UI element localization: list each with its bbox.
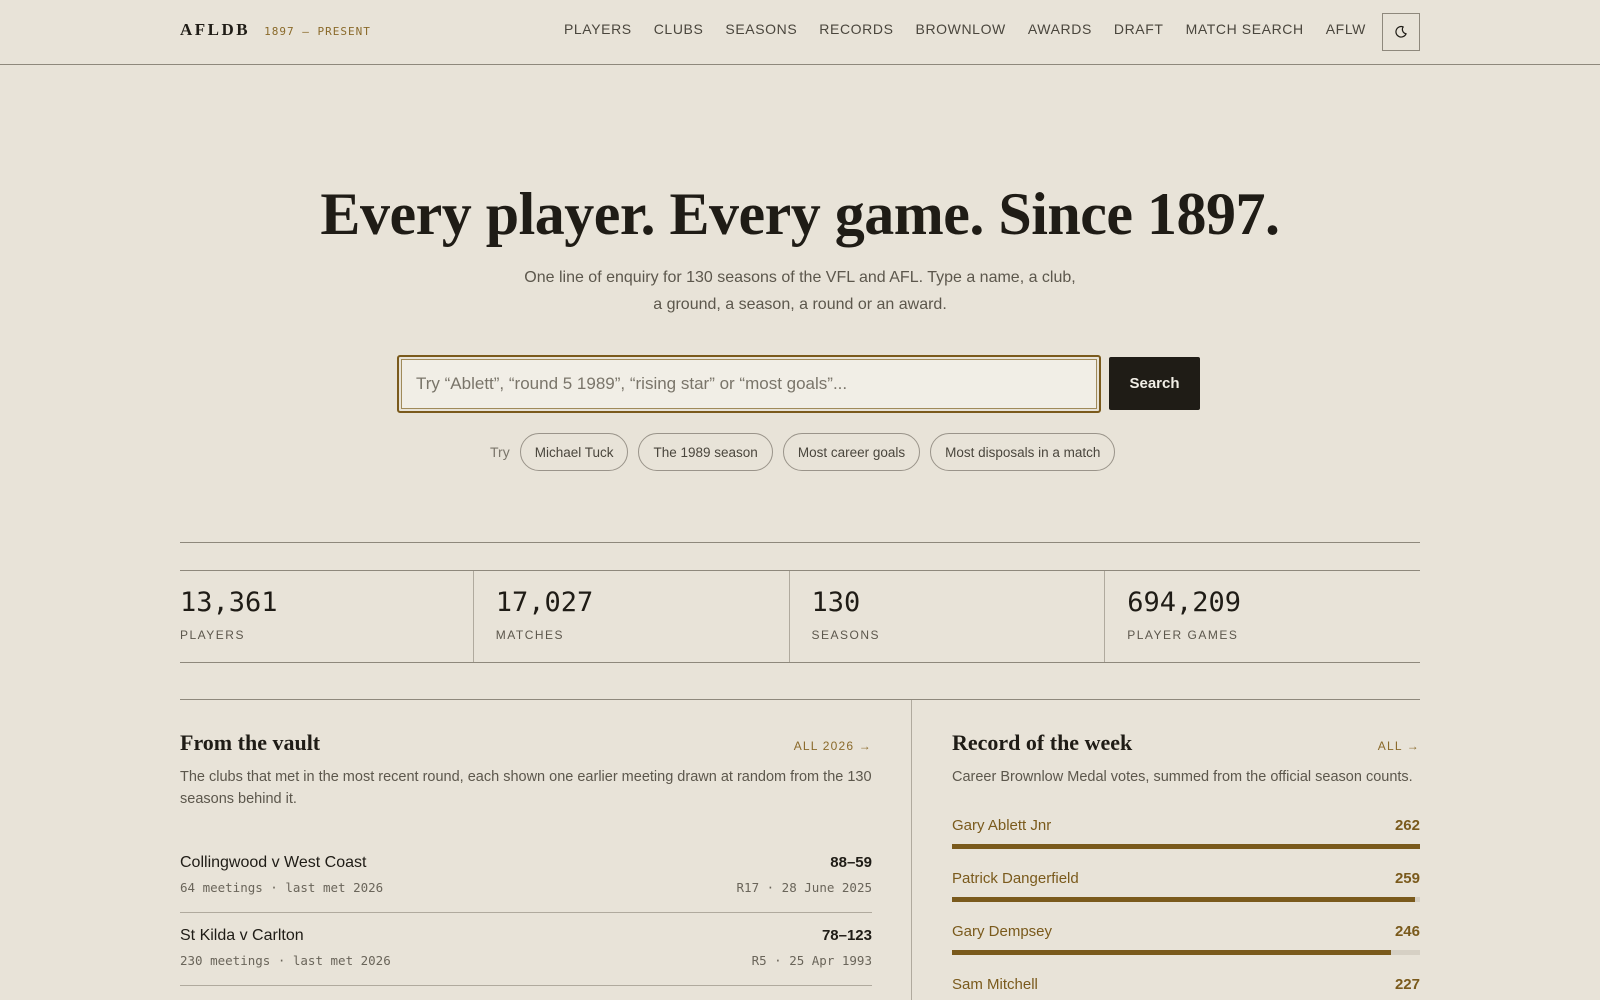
suggestion-chip-1989-season[interactable]: The 1989 season [638,433,773,471]
record-bar-fill [952,897,1415,902]
record-value: 259 [1394,870,1420,887]
record-player-name[interactable]: Patrick Dangerfield [952,870,1079,887]
record-row[interactable]: Sam Mitchell 227 [952,974,1420,1000]
search-box [397,355,1101,413]
record-bar-track [952,897,1420,902]
vault-list: Collingwood v West Coast 64 meetings · l… [180,840,872,986]
record-description: Career Brownlow Medal votes, summed from… [952,769,1413,785]
brand-years: 1897 — PRESENT [264,25,371,38]
record-player-name[interactable]: Gary Ablett Jnr [952,817,1051,834]
stat-player-games: 694,209 PLAYER GAMES [1104,571,1420,662]
search-button[interactable]: Search [1109,357,1200,410]
vault-row[interactable]: St Kilda v Carlton 230 meetings · last m… [180,913,872,986]
search-input[interactable] [401,359,1097,409]
stats-strip: 13,361 PLAYERS 17,027 MATCHES 130 SEASON… [180,570,1420,663]
stat-value: 130 [811,587,861,618]
hero-title: Every player. Every game. Since 1897. [320,181,1280,247]
section-divider [180,542,1420,543]
record-row[interactable]: Gary Ablett Jnr 262 [952,815,1420,868]
suggestion-chip-michael-tuck[interactable]: Michael Tuck [519,433,629,471]
nav-records[interactable]: RECORDS [819,21,893,37]
suggestion-chip-most-disposals[interactable]: Most disposals in a match [930,433,1116,471]
section-divider [180,699,1420,700]
moon-icon [1395,25,1407,38]
record-bar-track [952,950,1420,955]
record-value: 262 [1394,817,1420,834]
try-label: Try [490,444,510,460]
record-list: Gary Ablett Jnr 262 Patrick Dangerfield … [952,815,1420,1000]
vault-description: The clubs that met in the most recent ro… [180,769,872,807]
record-row[interactable]: Gary Dempsey 246 [952,921,1420,974]
record-header: Record of the week ALL → [952,730,1420,756]
stat-seasons: 130 SEASONS [788,571,1105,662]
vault-teams[interactable]: Collingwood v West Coast [180,854,366,872]
record-bar-fill [952,844,1420,849]
vault-score: 78–123 [821,927,872,944]
nav-seasons[interactable]: SEASONS [725,21,797,37]
vault-teams[interactable]: St Kilda v Carlton [180,927,304,945]
vault-meta: 230 meetings · last met 2026 [180,953,391,968]
nav-clubs[interactable]: CLUBS [654,21,704,37]
theme-toggle-button[interactable] [1382,13,1420,51]
main-nav: PLAYERS CLUBS SEASONS RECORDS BROWNLOW A… [564,21,1366,37]
vault-header: From the vault ALL 2026 → [180,730,872,756]
stat-label: PLAYER GAMES [1127,628,1239,642]
nav-match-search[interactable]: MATCH SEARCH [1186,21,1304,37]
stat-label: PLAYERS [180,628,245,642]
stat-value: 13,361 [180,587,278,618]
record-value: 227 [1394,976,1420,993]
vault-title: From the vault [180,730,321,755]
nav-aflw[interactable]: AFLW [1326,21,1366,37]
vault-score: 88–59 [830,854,872,871]
record-player-name[interactable]: Sam Mitchell [952,976,1038,993]
hero-subtitle: One line of enquiry for 130 seasons of t… [524,269,1076,313]
column-divider [911,700,912,1000]
stat-players: 13,361 PLAYERS [180,571,473,662]
brand[interactable]: AFLDB 1897 — PRESENT [180,20,371,40]
record-value: 246 [1394,923,1420,940]
record-bar-fill [952,950,1392,955]
record-player-name[interactable]: Gary Dempsey [952,923,1052,940]
nav-draft[interactable]: DRAFT [1114,21,1164,37]
nav-brownlow[interactable]: BROWNLOW [916,21,1006,37]
record-row[interactable]: Patrick Dangerfield 259 [952,868,1420,921]
site-header: AFLDB 1897 — PRESENT PLAYERS CLUBS SEASO… [0,0,1600,65]
suggestion-chip-most-career-goals[interactable]: Most career goals [782,433,921,471]
record-all-link[interactable]: ALL → [1378,739,1420,753]
stat-matches: 17,027 MATCHES [472,571,789,662]
brand-name[interactable]: AFLDB [180,20,250,40]
stat-value: 17,027 [495,587,594,618]
vault-date: R17 · 28 June 2025 [736,880,872,895]
nav-awards[interactable]: AWARDS [1028,21,1092,37]
suggestion-row: Try Michael Tuck The 1989 season Most ca… [490,433,1116,471]
stat-value: 694,209 [1127,587,1242,618]
vault-date: R5 · 25 Apr 1993 [751,953,872,968]
stat-label: MATCHES [495,628,565,642]
vault-meta: 64 meetings · last met 2026 [180,880,384,895]
stat-label: SEASONS [811,628,881,642]
vault-row[interactable]: Collingwood v West Coast 64 meetings · l… [180,840,872,913]
record-title: Record of the week [952,730,1133,755]
record-bar-track [952,844,1420,849]
vault-all-link[interactable]: ALL 2026 → [794,739,872,753]
nav-players[interactable]: PLAYERS [564,21,632,37]
